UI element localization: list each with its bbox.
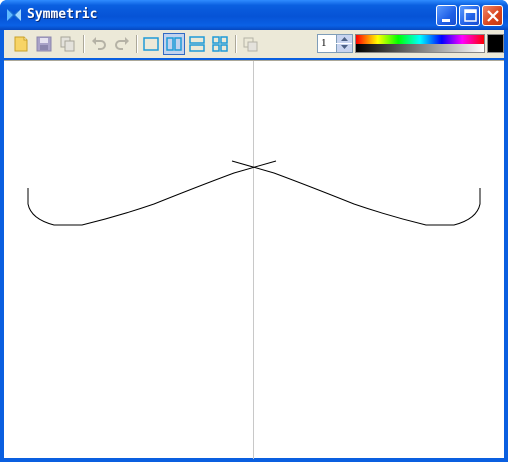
stepper-down-button[interactable]	[336, 44, 352, 52]
grayscale-strip[interactable]	[356, 44, 484, 52]
symmetry-vertical-button[interactable]	[163, 33, 185, 55]
toolbar-separator	[235, 35, 237, 53]
app-window: Symmetric 1	[0, 0, 508, 462]
line-width-stepper[interactable]: 1	[317, 34, 353, 53]
stroke-left	[27, 160, 277, 226]
undo-button[interactable]	[88, 33, 110, 55]
close-icon	[487, 10, 499, 22]
undo-icon	[92, 37, 106, 50]
symmetry-horizontal-button[interactable]	[186, 33, 208, 55]
chevron-down-icon	[341, 45, 348, 49]
symmetry-none-button[interactable]	[140, 33, 162, 55]
quad-split-icon	[212, 36, 228, 52]
overlay-icon	[243, 37, 258, 52]
overlay-button[interactable]	[239, 33, 261, 55]
copy-button[interactable]	[56, 33, 78, 55]
horizontal-split-icon	[189, 36, 205, 52]
toolbar: 1	[4, 30, 504, 58]
symmetry-quad-button[interactable]	[209, 33, 231, 55]
window-title: Symmetric	[27, 7, 98, 22]
maximize-icon	[464, 9, 477, 22]
copy-icon	[60, 36, 75, 52]
close-button[interactable]	[482, 5, 503, 26]
toolbar-separator	[136, 35, 138, 53]
drawing-surface	[27, 61, 481, 459]
minimize-button[interactable]	[436, 5, 457, 26]
stepper-up-button[interactable]	[336, 35, 352, 43]
redo-icon	[115, 37, 129, 50]
minimize-icon	[442, 19, 450, 22]
chevron-up-icon	[341, 37, 348, 41]
maximize-button[interactable]	[459, 5, 480, 26]
redo-button[interactable]	[111, 33, 133, 55]
current-color-swatch[interactable]	[487, 34, 504, 53]
new-button[interactable]	[10, 33, 32, 55]
single-pane-icon	[143, 37, 159, 51]
stroke-right	[231, 160, 481, 226]
app-icon	[7, 9, 21, 21]
line-width-value[interactable]: 1	[321, 37, 327, 49]
save-button[interactable]	[33, 33, 55, 55]
color-palette[interactable]	[355, 34, 485, 53]
toolbar-separator	[83, 35, 85, 53]
title-bar[interactable]: Symmetric	[0, 0, 508, 30]
drawing-canvas[interactable]	[4, 60, 504, 459]
new-document-icon	[14, 36, 28, 52]
vertical-split-icon	[166, 37, 182, 51]
save-icon	[36, 36, 52, 52]
